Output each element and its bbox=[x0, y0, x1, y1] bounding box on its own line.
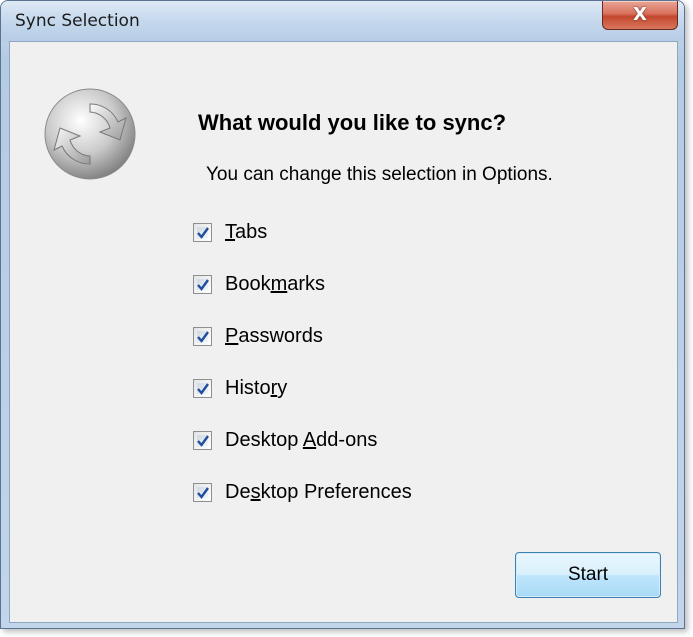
dialog-subtitle: You can change this selection in Options… bbox=[206, 164, 553, 185]
window-title: Sync Selection bbox=[15, 11, 140, 31]
bookmarks-checkbox[interactable] bbox=[193, 274, 212, 294]
tabs-checkbox[interactable] bbox=[193, 222, 212, 242]
check-icon bbox=[197, 226, 209, 239]
close-icon: X bbox=[633, 4, 647, 25]
option-bookmarks[interactable]: Bookmarks bbox=[193, 269, 593, 299]
start-button[interactable]: Start bbox=[515, 552, 661, 598]
sync-logo-icon bbox=[44, 88, 136, 180]
option-label: Tabs bbox=[225, 220, 268, 243]
option-passwords[interactable]: Passwords bbox=[193, 321, 593, 351]
desktop-addons-checkbox[interactable] bbox=[193, 430, 212, 450]
option-label: Desktop Preferences bbox=[225, 480, 412, 503]
check-icon bbox=[197, 330, 209, 343]
dialog-window: Sync Selection X What would you like to … bbox=[0, 0, 685, 629]
option-tabs[interactable]: Tabs bbox=[193, 217, 593, 247]
check-icon bbox=[197, 486, 209, 499]
check-icon bbox=[197, 278, 209, 291]
close-button[interactable]: X bbox=[602, 1, 678, 30]
dialog-body: What would you like to sync? You can cha… bbox=[9, 41, 678, 623]
option-label: Desktop Add-ons bbox=[225, 428, 378, 451]
history-checkbox[interactable] bbox=[193, 378, 212, 398]
option-desktop-addons[interactable]: Desktop Add-ons bbox=[193, 425, 593, 455]
option-label: Passwords bbox=[225, 324, 323, 347]
check-icon bbox=[197, 434, 209, 447]
option-label: Bookmarks bbox=[225, 272, 326, 295]
desktop-preferences-checkbox[interactable] bbox=[193, 482, 212, 502]
option-desktop-preferences[interactable]: Desktop Preferences bbox=[193, 477, 593, 507]
title-bar[interactable]: Sync Selection X bbox=[1, 1, 684, 41]
option-label: History bbox=[225, 376, 288, 399]
check-icon bbox=[197, 382, 209, 395]
dialog-heading: What would you like to sync? bbox=[198, 110, 507, 135]
passwords-checkbox[interactable] bbox=[193, 326, 212, 346]
option-history[interactable]: History bbox=[193, 373, 593, 403]
